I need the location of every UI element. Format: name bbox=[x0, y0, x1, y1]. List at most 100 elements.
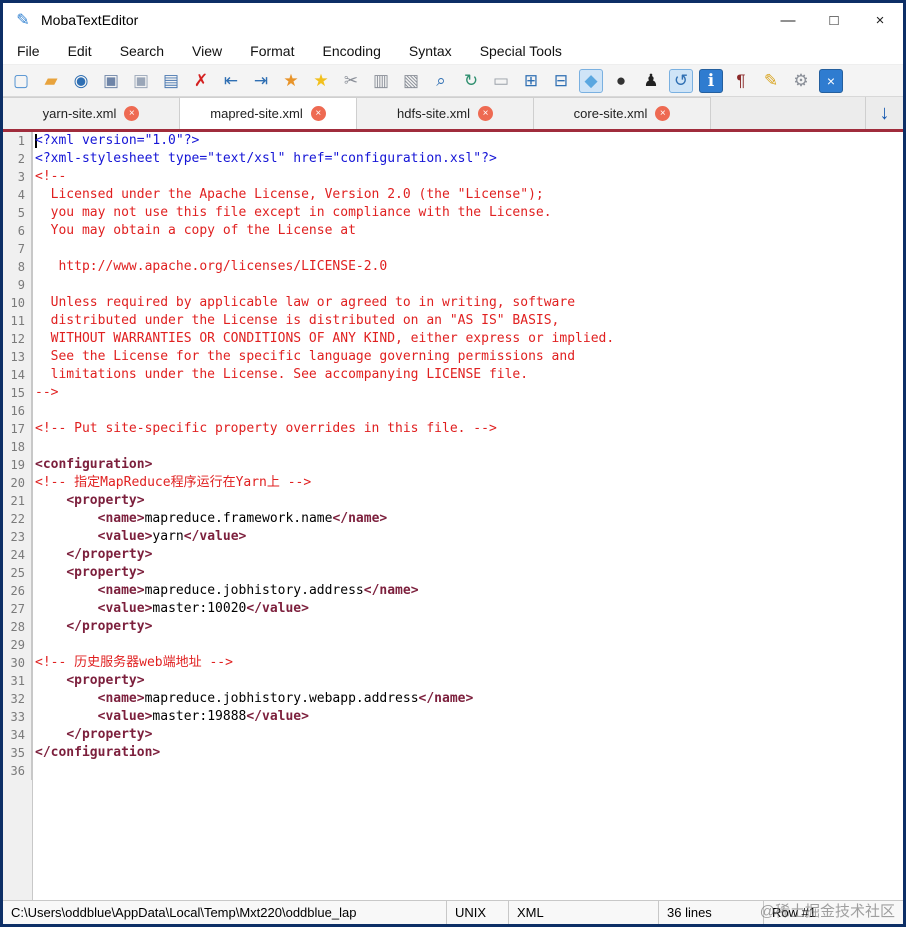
save-all-icon[interactable]: ▣ bbox=[129, 69, 153, 93]
favorite-icon[interactable]: ★ bbox=[309, 69, 333, 93]
apple-icon[interactable]: ● bbox=[609, 69, 633, 93]
code-line[interactable]: 26 <name>mapreduce.jobhistory.address</n… bbox=[3, 582, 903, 600]
info-icon[interactable]: ℹ bbox=[699, 68, 723, 93]
split-view-icon[interactable]: ⊞ bbox=[519, 69, 543, 93]
menu-item-syntax[interactable]: Syntax bbox=[409, 43, 452, 59]
print-icon[interactable]: ▤ bbox=[159, 69, 183, 93]
code-line[interactable]: 31 <property> bbox=[3, 672, 903, 690]
record-icon[interactable]: ◉ bbox=[69, 69, 93, 93]
code-line[interactable]: 15 --> bbox=[3, 384, 903, 402]
save-icon[interactable]: ▣ bbox=[99, 69, 123, 93]
code-line[interactable]: 29 bbox=[3, 636, 903, 654]
code-line[interactable]: 35 </configuration> bbox=[3, 744, 903, 762]
cut-icon[interactable]: ✂ bbox=[339, 69, 363, 93]
code-line[interactable]: 5 you may not use this file except in co… bbox=[3, 204, 903, 222]
tab-mapred-site.xml[interactable]: mapred-site.xml × bbox=[180, 97, 357, 129]
code-line[interactable]: 28 </property> bbox=[3, 618, 903, 636]
code-text: </property> bbox=[66, 619, 153, 634]
sync-view-icon[interactable]: ⊟ bbox=[549, 69, 573, 93]
outdent-icon[interactable]: ⇤ bbox=[219, 69, 243, 93]
frame-icon[interactable]: ▭ bbox=[489, 69, 513, 93]
menu-item-edit[interactable]: Edit bbox=[68, 43, 92, 59]
code-line[interactable]: 21 <property> bbox=[3, 492, 903, 510]
menu-item-view[interactable]: View bbox=[192, 43, 222, 59]
tab-label: hdfs-site.xml bbox=[397, 106, 470, 121]
code-line[interactable]: 27 <value>master:10020</value> bbox=[3, 600, 903, 618]
code-line[interactable]: 9 bbox=[3, 276, 903, 294]
favorite-add-icon[interactable]: ★ bbox=[279, 69, 303, 93]
menu-item-file[interactable]: File bbox=[17, 43, 40, 59]
tab-yarn-site.xml[interactable]: yarn-site.xml × bbox=[3, 97, 180, 129]
line-number: 1 bbox=[3, 132, 32, 150]
tab-scroll-down-button[interactable]: ↓ bbox=[865, 97, 903, 129]
maximize-button[interactable]: □ bbox=[811, 3, 857, 37]
menu-item-search[interactable]: Search bbox=[120, 43, 164, 59]
tab-close-icon[interactable]: × bbox=[124, 106, 140, 121]
code-line[interactable]: 1 <?xml version="1.0"?> bbox=[3, 132, 903, 150]
code-line[interactable]: 18 bbox=[3, 438, 903, 456]
indent-icon[interactable]: ⇥ bbox=[249, 69, 273, 93]
copy-icon[interactable]: ▥ bbox=[369, 69, 393, 93]
code-text: <property> bbox=[66, 565, 145, 580]
menu-item-encoding[interactable]: Encoding bbox=[322, 43, 380, 59]
code-line[interactable]: 11 distributed under the License is dist… bbox=[3, 312, 903, 330]
code-line[interactable]: 25 <property> bbox=[3, 564, 903, 582]
menu-item-special-tools[interactable]: Special Tools bbox=[480, 43, 562, 59]
settings-gears-icon[interactable]: ⚙ bbox=[789, 69, 813, 93]
code-line[interactable]: 7 bbox=[3, 240, 903, 258]
replace-icon[interactable]: ↻ bbox=[459, 69, 483, 93]
tab-close-icon[interactable]: × bbox=[655, 106, 671, 121]
close-button[interactable]: × bbox=[857, 3, 903, 37]
code-line[interactable]: 36 bbox=[3, 762, 903, 780]
close-editor-icon[interactable]: × bbox=[819, 68, 843, 93]
code-line[interactable]: 2 <?xml-stylesheet type="text/xsl" href="… bbox=[3, 150, 903, 168]
code-line[interactable]: 13 See the License for the specific lang… bbox=[3, 348, 903, 366]
tab-core-site.xml[interactable]: core-site.xml × bbox=[534, 97, 711, 129]
tab-hdfs-site.xml[interactable]: hdfs-site.xml × bbox=[357, 97, 534, 129]
menu-item-format[interactable]: Format bbox=[250, 43, 294, 59]
paste-icon[interactable]: ▧ bbox=[399, 69, 423, 93]
code-line[interactable]: 32 <name>mapreduce.jobhistory.webapp.add… bbox=[3, 690, 903, 708]
code-line[interactable]: 6 You may obtain a copy of the License a… bbox=[3, 222, 903, 240]
code-line[interactable]: 16 bbox=[3, 402, 903, 420]
status-line-ending[interactable]: UNIX bbox=[446, 901, 508, 924]
undo-icon[interactable]: ↺ bbox=[669, 68, 693, 93]
code-line[interactable]: 23 <value>yarn</value> bbox=[3, 528, 903, 546]
open-folder-icon[interactable]: ▰ bbox=[39, 69, 63, 93]
code-text: <name>mapreduce.jobhistory.webapp.addres… bbox=[97, 691, 474, 706]
code-line[interactable]: 12 WITHOUT WARRANTIES OR CONDITIONS OF A… bbox=[3, 330, 903, 348]
mobatexteditor-window: ✎ MobaTextEditor — □ × File Edit Search Vie… bbox=[0, 0, 906, 927]
minimize-button[interactable]: — bbox=[765, 3, 811, 37]
code-text: <value>master:19888</value> bbox=[97, 709, 309, 724]
code-line[interactable]: 34 </property> bbox=[3, 726, 903, 744]
code-text: <property> bbox=[66, 493, 145, 508]
new-file-icon[interactable]: ▢ bbox=[9, 69, 33, 93]
code-line[interactable]: 19 <configuration> bbox=[3, 456, 903, 474]
search-icon[interactable]: ⌕ bbox=[429, 69, 453, 93]
code-line[interactable]: 3 <!-- bbox=[3, 168, 903, 186]
status-syntax-mode[interactable]: XML bbox=[508, 901, 658, 924]
line-number: 33 bbox=[3, 708, 32, 726]
code-area[interactable]: 1 <?xml version="1.0"?> 2 <?xml-stylesheet … bbox=[3, 132, 903, 900]
water-drop-icon[interactable]: ◆ bbox=[579, 68, 603, 93]
tab-close-icon[interactable]: × bbox=[477, 106, 493, 121]
code-line[interactable]: 24 </property> bbox=[3, 546, 903, 564]
delete-icon[interactable]: ✗ bbox=[189, 69, 213, 93]
code-line[interactable]: 30 <!-- 历史服务器web端地址 --> bbox=[3, 654, 903, 672]
pilcrow-icon[interactable]: ¶ bbox=[729, 69, 753, 93]
highlighter-icon[interactable]: ✎ bbox=[759, 69, 783, 93]
code-line[interactable]: 14 limitations under the License. See ac… bbox=[3, 366, 903, 384]
code-line[interactable]: 33 <value>master:19888</value> bbox=[3, 708, 903, 726]
code-text: distributed under the License is distrib… bbox=[35, 313, 560, 328]
line-number: 5 bbox=[3, 204, 32, 222]
linux-penguin-icon[interactable]: ♟ bbox=[639, 69, 663, 93]
code-line[interactable]: 10 Unless required by applicable law or … bbox=[3, 294, 903, 312]
code-line[interactable]: 17 <!-- Put site-specific property overri… bbox=[3, 420, 903, 438]
code-line[interactable]: 22 <name>mapreduce.framework.name</name> bbox=[3, 510, 903, 528]
code-line[interactable]: 4 Licensed under the Apache License, Ver… bbox=[3, 186, 903, 204]
code-line[interactable]: 20 <!-- 指定MapReduce程序运行在Yarn上 --> bbox=[3, 474, 903, 492]
code-line[interactable]: 8 http://www.apache.org/licenses/LICENSE… bbox=[3, 258, 903, 276]
tab-close-icon[interactable]: × bbox=[310, 106, 326, 121]
line-number: 35 bbox=[3, 744, 32, 762]
